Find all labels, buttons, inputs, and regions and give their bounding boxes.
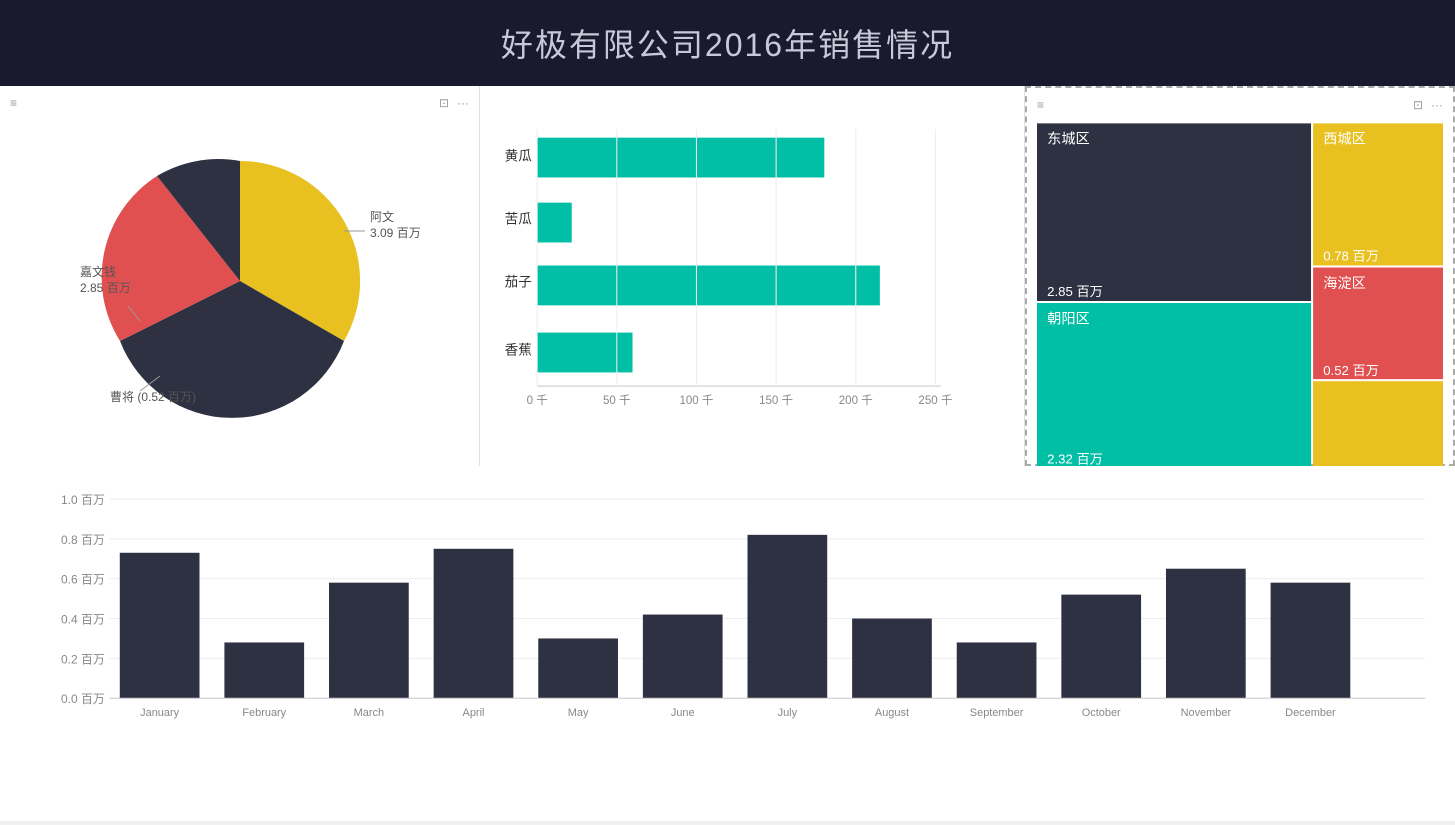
treemap-extra (1313, 381, 1443, 468)
label-aug: August (875, 707, 909, 719)
page-title: 好极有限公司2016年销售情况 (0, 0, 1455, 86)
label-apr: April (463, 707, 485, 719)
pie-value-jiawen: 2.85 百万 (80, 281, 131, 295)
treemap-left-icons: ≡ (1037, 98, 1044, 112)
label-nov: November (1181, 707, 1232, 719)
pie-value-awen: 3.09 百万 (370, 226, 420, 240)
treemap-xicheng-label: 西城区 (1323, 131, 1366, 148)
bar-aug (852, 619, 932, 699)
bar-mar (329, 583, 409, 699)
bar-h-label-huanggua: 黄瓜 (505, 149, 533, 164)
treemap-chaoyang-value: 2.32 百万 (1047, 451, 1103, 466)
label-jul: July (778, 707, 798, 719)
bar-nov (1166, 569, 1246, 699)
bar-dec (1271, 583, 1351, 699)
pie-chart-panel: ≡ ⊡ ··· (0, 86, 480, 466)
bar-sep (957, 642, 1037, 698)
bar-jan (120, 553, 200, 698)
y-0.6: 0.6 百万 (61, 573, 105, 587)
x-axis-150: 150 千 (759, 394, 793, 407)
y-0.2: 0.2 百万 (61, 652, 105, 666)
pie-chart-svg: 阿文 3.09 百万 嘉文钱 2.85 百万 曹将 (0.52 百万) (60, 111, 420, 441)
treemap-chaoyang (1037, 303, 1311, 468)
treemap-chaoyang-label: 朝阳区 (1047, 310, 1090, 327)
label-may: May (568, 707, 589, 719)
bar-h-label-kugua: 苦瓜 (505, 212, 533, 227)
y-0.4: 0.4 百万 (61, 613, 105, 627)
bar-h-xiangjiao (537, 333, 632, 373)
treemap-panel: ≡ ⊡ ··· 东城区 2.85 百万 西城区 0.78 百万 (1025, 86, 1455, 466)
label-sep: September (970, 707, 1024, 719)
y-0.8: 0.8 百万 (61, 533, 105, 547)
bar-h-chart-svg: 黄瓜 苦瓜 茄子 香蕉 0 千 (490, 96, 1014, 456)
treemap-haidian-value: 0.52 百万 (1323, 363, 1379, 378)
label-feb: February (242, 707, 286, 719)
x-axis-250: 250 千 (918, 394, 952, 407)
pie-label-jiawen: 嘉文钱 (80, 264, 116, 279)
bar-jun (643, 615, 723, 699)
left-section: ≡ ⊡ ··· (0, 86, 1455, 821)
treemap-right-icons: ⊡ ··· (1413, 98, 1443, 112)
x-axis-0: 0 千 (527, 394, 548, 407)
main-content: ≡ ⊡ ··· (0, 86, 1455, 821)
y-1.0: 1.0 百万 (61, 493, 105, 507)
pie-chart-container: 阿文 3.09 百万 嘉文钱 2.85 百万 曹将 (0.52 百万) (10, 96, 469, 456)
bar-h-huanggua (537, 138, 824, 178)
treemap-hamburger-icon[interactable]: ≡ (1037, 98, 1044, 112)
pie-label-cao: 曹将 (0.52 百万) (110, 390, 196, 404)
bar-h-label-qiezi: 茄子 (505, 273, 532, 289)
bar-feb (224, 642, 304, 698)
y-0.0: 0.0 百万 (61, 692, 105, 706)
x-axis-50: 50 千 (603, 394, 631, 407)
label-dec: December (1285, 707, 1336, 719)
top-row: ≡ ⊡ ··· (0, 86, 1455, 466)
treemap-dongcheng (1037, 123, 1311, 301)
treemap-dongcheng-value: 2.85 百万 (1047, 284, 1103, 299)
bottom-bar-panel: 1.0 百万 0.8 百万 0.6 百万 0.4 百万 0.2 百万 0.0 百… (0, 466, 1455, 821)
x-axis-100: 100 千 (679, 394, 713, 407)
bar-apr (434, 549, 514, 698)
treemap-xicheng-value: 0.78 百万 (1323, 248, 1379, 263)
bottom-bar-svg: 1.0 百万 0.8 百万 0.6 百万 0.4 百万 0.2 百万 0.0 百… (60, 476, 1435, 781)
bar-oct (1061, 595, 1141, 699)
bar-jul (748, 535, 828, 698)
bar-may (538, 638, 618, 698)
treemap-haidian-label: 海淀区 (1323, 275, 1366, 292)
treemap-dongcheng-label: 东城区 (1047, 131, 1090, 148)
label-mar: March (354, 707, 384, 719)
bar-h-kugua (537, 203, 572, 243)
x-axis-200: 200 千 (839, 394, 873, 407)
pie-label-awen: 阿文 (370, 209, 394, 224)
treemap-expand-icon[interactable]: ⊡ (1413, 98, 1423, 112)
label-oct: October (1082, 707, 1121, 719)
treemap-svg: 东城区 2.85 百万 西城区 0.78 百万 朝阳区 2.32 百万 海淀区 … (1037, 123, 1443, 479)
bar-h-chart-panel: 黄瓜 苦瓜 茄子 香蕉 0 千 (480, 86, 1025, 466)
label-jun: June (671, 707, 695, 719)
bar-h-qiezi (537, 266, 880, 306)
label-jan: January (140, 707, 179, 719)
treemap-more-icon[interactable]: ··· (1431, 98, 1443, 112)
bar-h-label-xiangjiao: 香蕉 (505, 343, 532, 358)
